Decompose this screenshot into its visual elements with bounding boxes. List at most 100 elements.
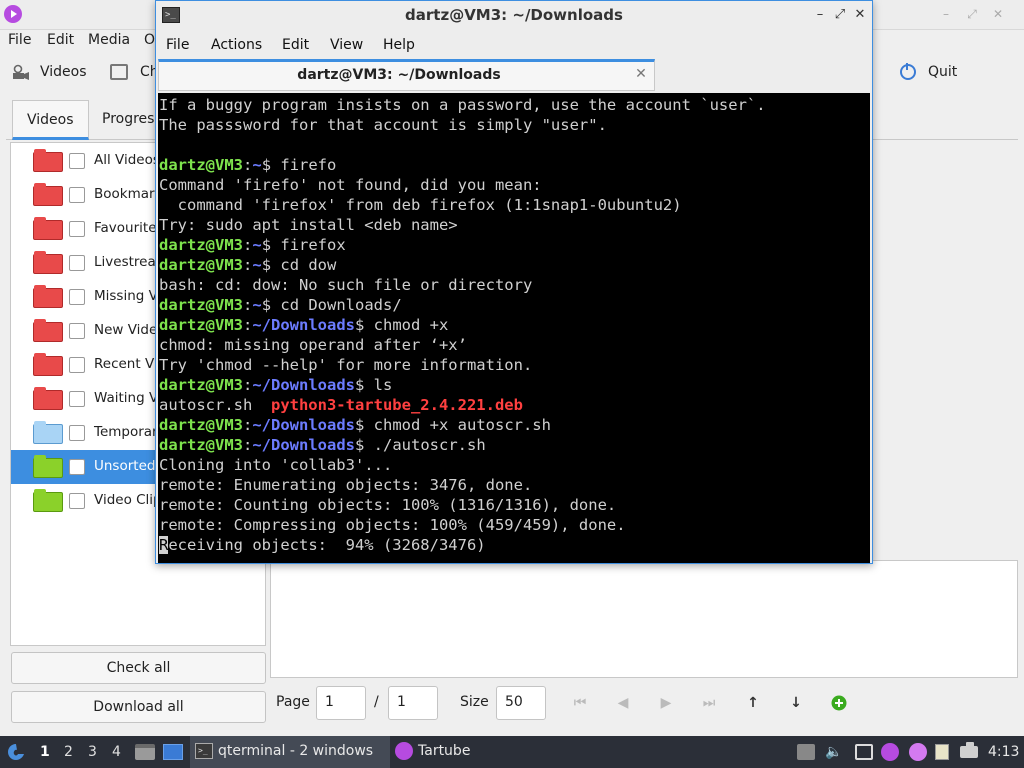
- menu-actions[interactable]: Actions: [211, 37, 262, 53]
- menu-operations[interactable]: O: [144, 32, 155, 48]
- show-desktop-icon[interactable]: [163, 744, 183, 760]
- folder-checkbox[interactable]: [69, 391, 85, 407]
- folder-checkbox[interactable]: [69, 357, 85, 373]
- terminal-line: Command 'firefo' not found, did you mean…: [159, 176, 542, 194]
- quit-button[interactable]: Quit: [928, 64, 957, 80]
- volume-icon[interactable]: 🔈: [825, 744, 843, 760]
- page-input[interactable]: 1: [316, 686, 366, 720]
- command-text: firefox: [280, 236, 346, 254]
- prompt-user: dartz@VM3: [159, 436, 243, 454]
- add-icon[interactable]: [828, 692, 850, 714]
- command-text: firefo: [280, 156, 337, 174]
- screen-switch-icon[interactable]: [855, 744, 873, 760]
- command-text: ls: [373, 376, 393, 394]
- tab-videos[interactable]: Videos: [12, 100, 89, 140]
- total-pages-field: 1: [388, 686, 438, 720]
- prompt-user: dartz@VM3: [159, 296, 243, 314]
- folder-icon: [33, 149, 63, 172]
- terminal-line: command 'firefox' from deb firefox (1:1s…: [159, 196, 682, 214]
- maximize-icon[interactable]: ⤢: [832, 7, 848, 23]
- folder-checkbox[interactable]: [69, 289, 85, 305]
- last-page-icon[interactable]: ⏭: [698, 692, 720, 714]
- terminal-line: Try: sudo apt install <deb name>: [159, 216, 458, 234]
- scroll-down-icon[interactable]: ↓: [785, 692, 807, 714]
- clock: 4:13: [988, 744, 1020, 760]
- workspace-4[interactable]: 4: [112, 744, 121, 760]
- taskbar-task-qterminal[interactable]: >_ qterminal - 2 windows: [190, 736, 390, 768]
- menu-help[interactable]: Help: [383, 37, 415, 53]
- menu-edit[interactable]: Edit: [47, 32, 74, 48]
- storage-launcher-icon[interactable]: [135, 744, 155, 760]
- clipboard-icon[interactable]: [935, 744, 949, 760]
- minimize-icon[interactable]: –: [938, 6, 954, 22]
- menu-file[interactable]: File: [166, 37, 189, 53]
- terminal-titlebar[interactable]: >_ dartz@VM3: ~/Downloads – ⤢ ✕: [156, 1, 872, 31]
- terminal-icon: >_: [195, 743, 213, 759]
- download-all-button[interactable]: Download all: [11, 691, 266, 723]
- prompt-path: ~: [252, 256, 262, 274]
- folder-checkbox[interactable]: [69, 187, 85, 203]
- channels-icon: [110, 64, 128, 80]
- terminal-line: dartz@VM3:~$ firefox: [159, 236, 346, 254]
- folder-checkbox[interactable]: [69, 425, 85, 441]
- folder-checkbox[interactable]: [69, 493, 85, 509]
- power-icon: [900, 63, 916, 80]
- folder-checkbox[interactable]: [69, 153, 85, 169]
- terminal-line: chmod: missing operand after ‘+x’: [159, 336, 467, 354]
- terminal-line: dartz@VM3:~$ cd dow: [159, 256, 337, 274]
- prompt-user: dartz@VM3: [159, 156, 243, 174]
- next-page-icon[interactable]: ▶: [655, 692, 677, 714]
- folder-checkbox[interactable]: [69, 323, 85, 339]
- storage-icon[interactable]: [797, 744, 815, 760]
- prompt-path: ~/Downloads: [252, 416, 355, 434]
- tartube-tray-icon-2[interactable]: [909, 743, 927, 761]
- prompt-path: ~: [252, 156, 262, 174]
- taskbar-task-tartube[interactable]: Tartube: [390, 736, 590, 768]
- folder-label: All Videos: [94, 152, 160, 168]
- folder-label: New Vide: [94, 322, 158, 338]
- menu-view[interactable]: View: [330, 37, 363, 53]
- folder-checkbox[interactable]: [69, 459, 85, 475]
- taskbar: 1 2 3 4 >_ qterminal - 2 windows Tartube…: [0, 736, 1024, 768]
- folder-checkbox[interactable]: [69, 255, 85, 271]
- workspace-2[interactable]: 2: [64, 744, 73, 760]
- menu-media[interactable]: Media: [88, 32, 130, 48]
- previous-page-icon[interactable]: ◀: [612, 692, 634, 714]
- workspace-3[interactable]: 3: [88, 744, 97, 760]
- minimize-icon[interactable]: –: [812, 7, 828, 23]
- terminal-line: bash: cd: dow: No such file or directory: [159, 276, 533, 294]
- tartube-tray-icon[interactable]: [881, 743, 899, 761]
- terminal-output[interactable]: If a buggy program insists on a password…: [158, 93, 870, 563]
- prompt-path: ~/Downloads: [252, 376, 355, 394]
- folder-label: Temporar: [94, 424, 158, 440]
- menu-file[interactable]: File: [8, 32, 31, 48]
- close-icon[interactable]: ✕: [990, 6, 1006, 22]
- tab-close-icon[interactable]: ✕: [633, 66, 649, 82]
- close-icon[interactable]: ✕: [852, 7, 868, 23]
- folder-icon: [33, 285, 63, 308]
- size-input[interactable]: 50: [496, 686, 546, 720]
- terminal-line: autoscr.sh python3-tartube_2.4.221.deb: [159, 396, 523, 414]
- command-text: cd Downloads/: [280, 296, 402, 314]
- scroll-up-icon[interactable]: ↑: [742, 692, 764, 714]
- folder-label: Unsorted: [94, 458, 156, 474]
- page-separator: /: [374, 694, 379, 710]
- first-page-icon[interactable]: ⏮: [569, 692, 591, 714]
- folder-checkbox[interactable]: [69, 221, 85, 237]
- workspace-1[interactable]: 1: [40, 744, 50, 760]
- terminal-tabbar: dartz@VM3: ~/Downloads ✕: [158, 59, 870, 91]
- videos-button[interactable]: Videos: [40, 64, 87, 80]
- tartube-app-icon: [4, 5, 22, 23]
- menu-edit[interactable]: Edit: [282, 37, 309, 53]
- terminal-line: Cloning into 'collab3'...: [159, 456, 393, 474]
- terminal-tab[interactable]: dartz@VM3: ~/Downloads ✕: [158, 59, 655, 91]
- maximize-icon[interactable]: ⤢: [964, 6, 980, 22]
- terminal-line: If a buggy program insists on a password…: [159, 96, 766, 114]
- network-icon[interactable]: [966, 742, 974, 750]
- task-label: qterminal - 2 windows: [218, 743, 374, 759]
- tartube-icon: [395, 742, 413, 760]
- folder-icon: [33, 387, 63, 410]
- check-all-button[interactable]: Check all: [11, 652, 266, 684]
- start-menu-icon[interactable]: [6, 742, 26, 762]
- folder-label: Favourite: [94, 220, 157, 236]
